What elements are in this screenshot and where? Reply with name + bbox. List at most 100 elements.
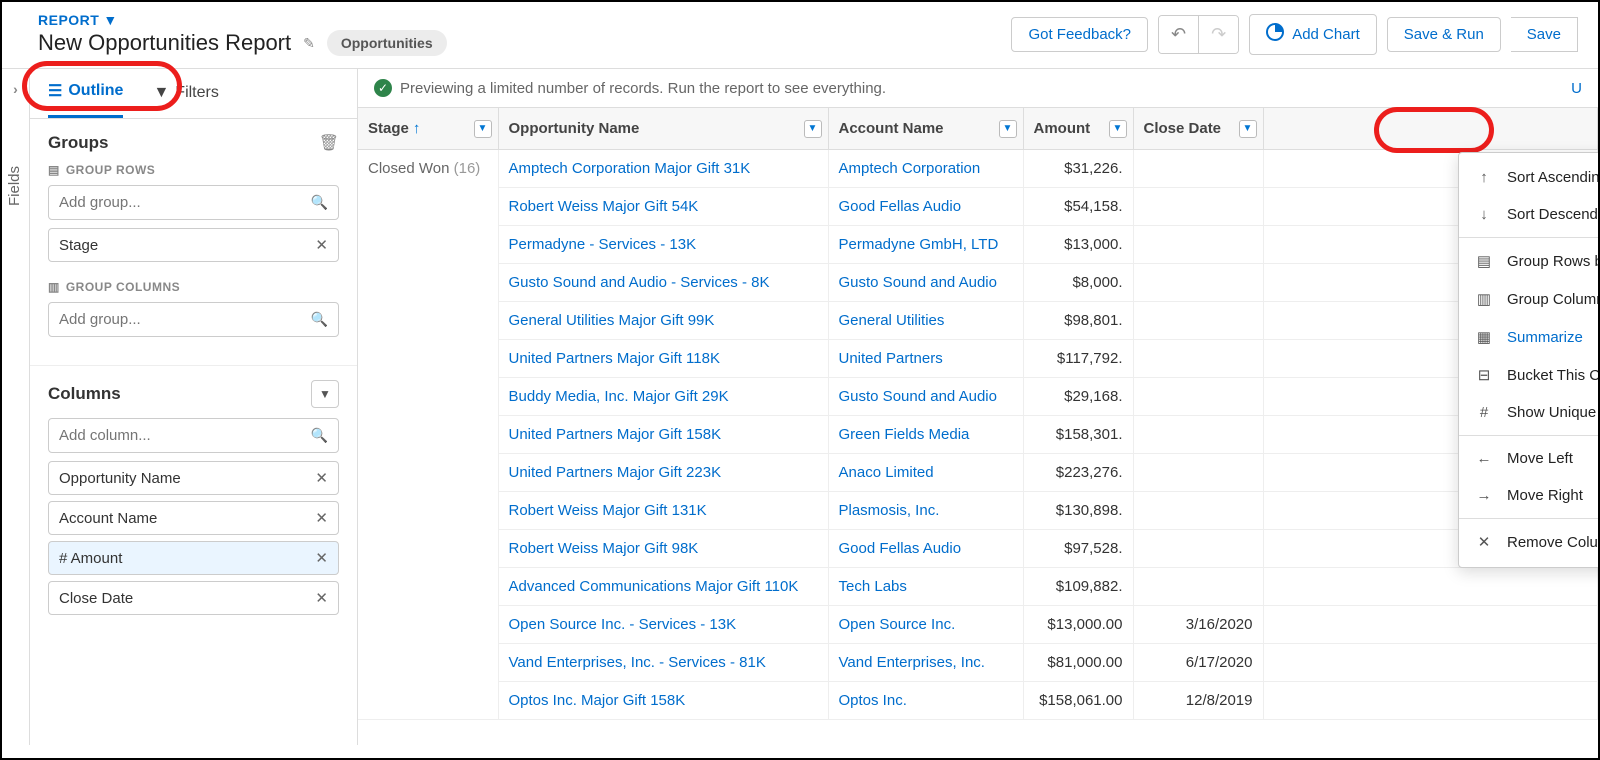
search-icon: 🔍 xyxy=(311,311,328,328)
cell-account-name[interactable]: Amptech Corporation xyxy=(828,150,1023,188)
cell-close-date xyxy=(1133,568,1263,606)
menu-move-left[interactable]: ←Move Left xyxy=(1459,440,1598,477)
remove-icon[interactable]: ✕ xyxy=(315,589,328,607)
remove-icon[interactable]: ✕ xyxy=(315,236,328,254)
cell-account-name[interactable]: Anaco Limited xyxy=(828,454,1023,492)
cell-opportunity-name[interactable]: United Partners Major Gift 223K xyxy=(498,454,828,492)
cell-opportunity-name[interactable]: Vand Enterprises, Inc. - Services - 81K xyxy=(498,644,828,682)
menu-unique[interactable]: #Show Unique Count xyxy=(1459,394,1598,431)
cell-opportunity-name[interactable]: Open Source Inc. - Services - 13K xyxy=(498,606,828,644)
column-chip-amount[interactable]: # Amount✕ xyxy=(48,541,339,575)
cell-opportunity-name[interactable]: Robert Weiss Major Gift 131K xyxy=(498,492,828,530)
column-chip-opportunity-name[interactable]: Opportunity Name✕ xyxy=(48,461,339,495)
undo-button[interactable]: ↶ xyxy=(1159,16,1199,53)
menu-summarize[interactable]: ▦Summarize ▸ xyxy=(1459,318,1598,356)
cell-close-date xyxy=(1133,150,1263,188)
cell-amount: $81,000.00 xyxy=(1023,644,1133,682)
cell-opportunity-name[interactable]: United Partners Major Gift 118K xyxy=(498,340,828,378)
pencil-icon[interactable]: ✎ xyxy=(303,35,315,52)
redo-button[interactable]: ↷ xyxy=(1199,16,1238,53)
dropdown-icon[interactable]: ▼ xyxy=(1239,120,1257,138)
cell-account-name[interactable]: Permadyne GmbH, LTD xyxy=(828,226,1023,264)
col-header-opportunity-name[interactable]: Opportunity Name ▼ xyxy=(498,108,828,150)
cell-opportunity-name[interactable]: Robert Weiss Major Gift 98K xyxy=(498,530,828,568)
update-preview-button[interactable]: U xyxy=(1571,80,1582,97)
menu-move-right[interactable]: →Move Right xyxy=(1459,477,1598,514)
remove-icon[interactable]: ✕ xyxy=(315,549,328,567)
remove-icon[interactable]: ✕ xyxy=(315,469,328,487)
remove-icon[interactable]: ✕ xyxy=(315,509,328,527)
cell-opportunity-name[interactable]: Advanced Communications Major Gift 110K xyxy=(498,568,828,606)
save-button[interactable]: Save xyxy=(1511,17,1578,52)
cell-account-name[interactable]: Optos Inc. xyxy=(828,682,1023,720)
cell-opportunity-name[interactable]: General Utilities Major Gift 99K xyxy=(498,302,828,340)
columns-title: Columns xyxy=(48,384,121,404)
group-rows-text-input[interactable] xyxy=(59,194,311,211)
report-type-label[interactable]: REPORT ▼ xyxy=(38,12,447,28)
save-run-button[interactable]: Save & Run xyxy=(1387,17,1501,52)
dropdown-icon[interactable]: ▼ xyxy=(804,120,822,138)
cell-opportunity-name[interactable]: Permadyne - Services - 13K xyxy=(498,226,828,264)
group-cols-text-input[interactable] xyxy=(59,311,311,328)
list-icon: ☰ xyxy=(48,81,62,101)
menu-bucket[interactable]: ⊟Bucket This Column xyxy=(1459,356,1598,394)
col-header-stage[interactable]: Stage↑ ▼ xyxy=(358,108,498,150)
trash-icon[interactable]: 🗑 xyxy=(319,133,339,153)
cell-account-name[interactable]: Gusto Sound and Audio xyxy=(828,378,1023,416)
add-column-text-input[interactable] xyxy=(59,427,311,444)
cell-account-name[interactable]: Green Fields Media xyxy=(828,416,1023,454)
table-row: Optos Inc. Major Gift 158KOptos Inc.$158… xyxy=(358,682,1598,720)
menu-group-cols[interactable]: ▥Group Columns by This Field xyxy=(1459,280,1598,318)
group-columns-label: ▥ GROUP COLUMNS xyxy=(48,280,339,294)
group-rows-input[interactable]: 🔍 xyxy=(48,185,339,220)
cell-amount: $158,301. xyxy=(1023,416,1133,454)
col-header-close-date[interactable]: Close Date ▼ xyxy=(1133,108,1263,150)
cell-account-name[interactable]: Plasmosis, Inc. xyxy=(828,492,1023,530)
cell-close-date: 6/17/2020 xyxy=(1133,644,1263,682)
cell-amount: $223,276. xyxy=(1023,454,1133,492)
tab-filters[interactable]: ▼ Filters xyxy=(153,81,218,118)
dropdown-icon[interactable]: ▼ xyxy=(1109,120,1127,138)
column-chip-account-name[interactable]: Account Name✕ xyxy=(48,501,339,535)
menu-sort-desc[interactable]: ↓Sort Descending xyxy=(1459,196,1598,233)
menu-group-rows[interactable]: ▤Group Rows by This Field xyxy=(1459,242,1598,280)
tab-outline[interactable]: ☰ Outline xyxy=(48,81,123,118)
table-row: Buddy Media, Inc. Major Gift 29KGusto So… xyxy=(358,378,1598,416)
cell-account-name[interactable]: Good Fellas Audio xyxy=(828,530,1023,568)
dropdown-icon[interactable]: ▼ xyxy=(474,120,492,138)
cell-account-name[interactable]: Gusto Sound and Audio xyxy=(828,264,1023,302)
entity-pill[interactable]: Opportunities xyxy=(327,30,447,56)
cell-opportunity-name[interactable]: Robert Weiss Major Gift 54K xyxy=(498,188,828,226)
group-row-chip-stage[interactable]: Stage ✕ xyxy=(48,228,339,262)
report-title: New Opportunities Report xyxy=(38,30,291,56)
cell-account-name[interactable]: Vand Enterprises, Inc. xyxy=(828,644,1023,682)
menu-remove-col[interactable]: ✕Remove Column xyxy=(1459,523,1598,561)
caret-down-icon: ▼ xyxy=(103,12,117,28)
columns-dropdown-button[interactable]: ▼ xyxy=(311,380,339,408)
table-row: United Partners Major Gift 158KGreen Fie… xyxy=(358,416,1598,454)
cell-opportunity-name[interactable]: Gusto Sound and Audio - Services - 8K xyxy=(498,264,828,302)
cell-account-name[interactable]: General Utilities xyxy=(828,302,1023,340)
feedback-button[interactable]: Got Feedback? xyxy=(1011,17,1148,52)
panel-tabs: ☰ Outline ▼ Filters xyxy=(30,69,357,119)
cell-account-name[interactable]: Tech Labs xyxy=(828,568,1023,606)
col-header-account-name[interactable]: Account Name ▼ xyxy=(828,108,1023,150)
add-column-input[interactable]: 🔍 xyxy=(48,418,339,453)
dropdown-icon[interactable]: ▼ xyxy=(999,120,1017,138)
column-chip-close-date[interactable]: Close Date✕ xyxy=(48,581,339,615)
table-row: Closed Won (16)Amptech Corporation Major… xyxy=(358,150,1598,188)
cell-opportunity-name[interactable]: Amptech Corporation Major Gift 31K xyxy=(498,150,828,188)
add-chart-button[interactable]: Add Chart xyxy=(1249,14,1377,55)
col-header-amount[interactable]: Amount ▼ xyxy=(1023,108,1133,150)
table-row: Permadyne - Services - 13KPermadyne GmbH… xyxy=(358,226,1598,264)
cell-account-name[interactable]: Good Fellas Audio xyxy=(828,188,1023,226)
arrow-right-icon: → xyxy=(1475,487,1493,504)
menu-sort-asc[interactable]: ↑Sort Ascending xyxy=(1459,159,1598,196)
group-cols-input[interactable]: 🔍 xyxy=(48,302,339,337)
cell-opportunity-name[interactable]: United Partners Major Gift 158K xyxy=(498,416,828,454)
cell-amount: $98,801. xyxy=(1023,302,1133,340)
cell-account-name[interactable]: United Partners xyxy=(828,340,1023,378)
cell-opportunity-name[interactable]: Optos Inc. Major Gift 158K xyxy=(498,682,828,720)
cell-opportunity-name[interactable]: Buddy Media, Inc. Major Gift 29K xyxy=(498,378,828,416)
cell-account-name[interactable]: Open Source Inc. xyxy=(828,606,1023,644)
